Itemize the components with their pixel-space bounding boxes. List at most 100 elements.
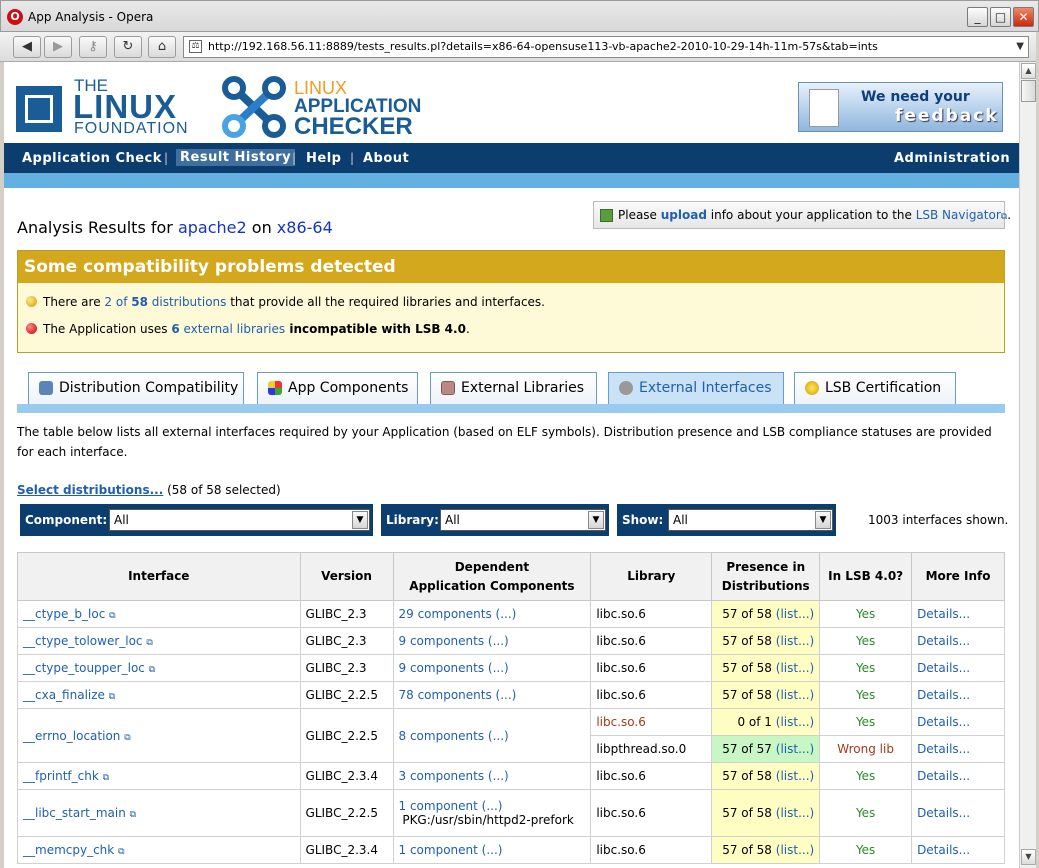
component-value: All xyxy=(114,513,129,527)
interface-link[interactable]: __errno_location xyxy=(23,729,120,743)
linux-foundation-logo[interactable]: THE LINUX FOUNDATION xyxy=(16,76,216,138)
library-select[interactable]: All ▼ xyxy=(440,509,606,531)
components-link[interactable]: 9 components (...) xyxy=(399,634,509,648)
page-info-icon[interactable]: ⚖ xyxy=(189,40,202,53)
nav-help[interactable]: Help xyxy=(306,151,341,166)
header-lsb[interactable]: In LSB 4.0? xyxy=(819,552,913,601)
interface-link[interactable]: __ctype_toupper_loc xyxy=(23,661,145,675)
scroll-down-icon[interactable]: ▼ xyxy=(1021,849,1036,865)
list-link[interactable]: (list...) xyxy=(776,769,814,783)
interface-link[interactable]: __fprintf_chk xyxy=(23,769,99,783)
reload-button[interactable]: ↻ xyxy=(114,36,142,58)
header-dependent[interactable]: Dependent Application Components xyxy=(392,552,592,601)
header-version[interactable]: Version xyxy=(299,552,394,601)
nav-application-check[interactable]: Application Check xyxy=(22,151,162,166)
chevron-down-icon[interactable]: ▼ xyxy=(815,511,831,529)
vertical-scrollbar[interactable]: ▲ ▼ xyxy=(1019,62,1036,868)
list-link[interactable]: (list...) xyxy=(776,742,814,756)
scroll-up-icon[interactable]: ▲ xyxy=(1021,63,1036,79)
distributions-link[interactable]: distributions xyxy=(148,295,227,309)
interface-link[interactable]: __libc_start_main xyxy=(23,806,126,820)
address-dropdown-icon[interactable]: ▼ xyxy=(1016,37,1024,57)
tab-external-interfaces[interactable]: External Interfaces xyxy=(608,372,784,405)
list-link[interactable]: (list...) xyxy=(776,843,814,857)
components-link[interactable]: 78 components (...) xyxy=(399,688,517,702)
nav-result-history[interactable]: Result History xyxy=(176,149,296,166)
details-link[interactable]: Details... xyxy=(911,789,1005,837)
interface-cell: __ctype_b_loc ⧉ xyxy=(17,600,301,628)
interface-link[interactable]: __ctype_tolower_loc xyxy=(23,634,143,648)
feedback-banner[interactable]: We need your feedback xyxy=(798,82,1003,132)
list-link[interactable]: (list...) xyxy=(776,806,814,820)
external-libraries-link[interactable]: external libraries xyxy=(180,322,285,336)
details-link[interactable]: Details... xyxy=(911,681,1005,709)
list-link[interactable]: (list...) xyxy=(776,607,814,621)
w1c[interactable]: of xyxy=(112,295,131,309)
table-row: __ctype_toupper_loc ⧉ GLIBC_2.3 9 compon… xyxy=(17,654,1005,682)
chevron-down-icon[interactable]: ▼ xyxy=(352,511,368,529)
components-link[interactable]: 1 component (...) xyxy=(399,799,503,813)
header-more-info[interactable]: More Info xyxy=(911,552,1005,601)
library-cell: libc.so.6 xyxy=(590,789,713,837)
presence-cell: 57 of 58 (list...) xyxy=(711,654,821,682)
lsb-status: Yes xyxy=(819,627,913,655)
maximize-button[interactable]: □ xyxy=(990,7,1011,27)
tab-external-libraries[interactable]: External Libraries xyxy=(430,372,597,404)
list-link[interactable]: (list...) xyxy=(776,715,814,729)
forward-button[interactable]: ▶ xyxy=(44,36,72,58)
home-button[interactable]: ⌂ xyxy=(148,36,176,58)
close-button[interactable]: ✕ xyxy=(1013,7,1034,27)
tab-app-components[interactable]: App Components xyxy=(257,372,418,404)
back-button[interactable]: ◀ xyxy=(13,36,41,58)
tab-lsb-certification[interactable]: LSB Certification xyxy=(794,372,956,404)
details-link[interactable]: Details... xyxy=(911,654,1005,682)
components-link[interactable]: 29 components (...) xyxy=(399,607,517,621)
w2e: . xyxy=(465,322,470,336)
components-cell: 78 components (...) xyxy=(392,681,592,709)
interface-link[interactable]: __memcpy_chk xyxy=(23,843,114,857)
list-link[interactable]: (list...) xyxy=(776,688,814,702)
show-label: Show: xyxy=(622,513,664,527)
scroll-thumb[interactable] xyxy=(1021,80,1036,102)
components-link[interactable]: 9 components (...) xyxy=(399,661,509,675)
show-select[interactable]: All ▼ xyxy=(668,509,833,531)
nav-administration[interactable]: Administration xyxy=(894,151,1010,166)
details-link[interactable]: Details... xyxy=(911,762,1005,790)
interface-link[interactable]: __cxa_finalize xyxy=(23,688,105,702)
title-arch-link[interactable]: x86-64 xyxy=(277,218,333,237)
libs-count-link[interactable]: 6 xyxy=(171,322,179,336)
details-link[interactable]: Details... xyxy=(911,600,1005,628)
details-link[interactable]: Details... xyxy=(911,627,1005,655)
list-link[interactable]: (list...) xyxy=(776,634,814,648)
header-library[interactable]: Library xyxy=(590,552,713,601)
components-link[interactable]: 3 components (...) xyxy=(399,769,509,783)
chevron-down-icon[interactable]: ▼ xyxy=(588,511,604,529)
title-app-link[interactable]: apache2 xyxy=(178,218,247,237)
presence-value: 57 of 58 xyxy=(722,688,772,702)
address-bar[interactable]: ⚖ http://192.168.56.11:8889/tests_result… xyxy=(183,36,1029,58)
header-dep-line2: Application Components xyxy=(409,578,575,593)
wand-key-icon[interactable]: ⚷ xyxy=(79,36,107,58)
distros-count-link[interactable]: 2 xyxy=(104,295,112,309)
lsb-navigator-link[interactable]: LSB Navigator xyxy=(916,208,1001,222)
distros-total-link[interactable]: 58 xyxy=(131,295,148,309)
component-select[interactable]: All ▼ xyxy=(109,509,370,531)
nav-about[interactable]: About xyxy=(363,151,409,166)
select-distributions-link[interactable]: Select distributions... xyxy=(17,483,163,497)
minimize-button[interactable]: _ xyxy=(967,7,988,27)
feedback-line1: We need your xyxy=(861,89,970,105)
header-interface[interactable]: Interface xyxy=(17,552,301,601)
interface-link[interactable]: __ctype_b_loc xyxy=(23,607,105,621)
tab-distribution-compatibility[interactable]: Distribution Compatibility xyxy=(28,372,244,404)
list-link[interactable]: (list...) xyxy=(776,661,814,675)
details-link[interactable]: Details... xyxy=(911,836,1005,864)
components-link[interactable]: 1 component (...) xyxy=(399,843,503,857)
details-link[interactable]: Details... xyxy=(911,735,1005,763)
details-link[interactable]: Details... xyxy=(911,708,1005,736)
interface-cell: __cxa_finalize ⧉ xyxy=(17,681,301,709)
tab-label: Distribution Compatibility xyxy=(59,380,239,396)
header-presence[interactable]: Presence in Distributions xyxy=(711,552,821,601)
upload-link[interactable]: upload xyxy=(661,208,707,222)
app-checker-logo[interactable]: LINUX APPLICATION CHECKER xyxy=(222,76,452,140)
components-link[interactable]: 8 components (...) xyxy=(399,729,509,743)
